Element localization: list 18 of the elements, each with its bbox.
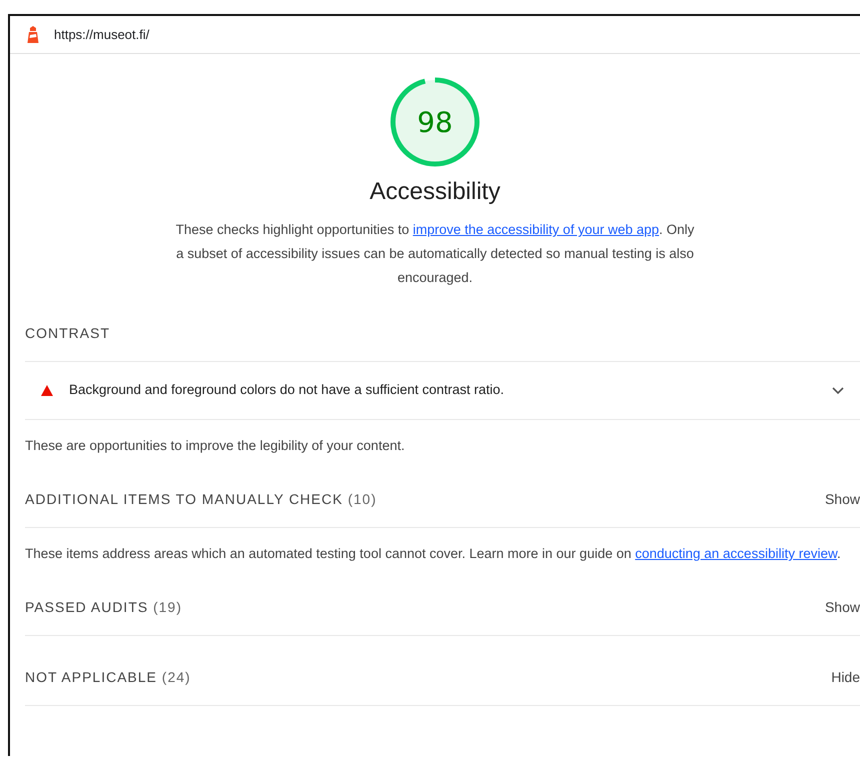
lighthouse-icon (26, 26, 40, 44)
toggle-button[interactable]: Hide (831, 667, 860, 688)
description-text: These checks highlight opportunities to improve the accessibility of your web app. Only a subset of accessibility issues can be automatically detected so manual testing is also encouraged. (175, 221, 695, 287)
group-title: ADDITIONAL ITEMS TO MANUALLY CHECK (10) (25, 490, 377, 509)
score-title: Accessibility (370, 177, 500, 207)
score-gauge: 98 (389, 76, 481, 168)
page-url: https://museot.fi/ (54, 26, 150, 44)
toggle-button[interactable]: Show (824, 489, 860, 510)
link[interactable]: conducting an accessibility review (635, 546, 837, 561)
toggle-button[interactable]: Show (824, 597, 860, 618)
chevron-icon (832, 386, 844, 394)
group-title: CONTRAST (25, 324, 110, 343)
link[interactable]: improve the accessibility of your web app (412, 222, 659, 237)
description-text: These are opportunities to improve the legibility of your content. (25, 437, 406, 455)
group-title: NOT APPLICABLE (24) (25, 668, 191, 687)
audit-row[interactable]: Background and foreground colors do not have a sufficient contrast ratio. (25, 362, 860, 420)
description-text: These items address areas which an automated testing tool cannot cover. Learn more in our guide on conducting an accessibility review. (25, 545, 842, 563)
group-title: PASSED AUDITS (19) (25, 598, 182, 617)
